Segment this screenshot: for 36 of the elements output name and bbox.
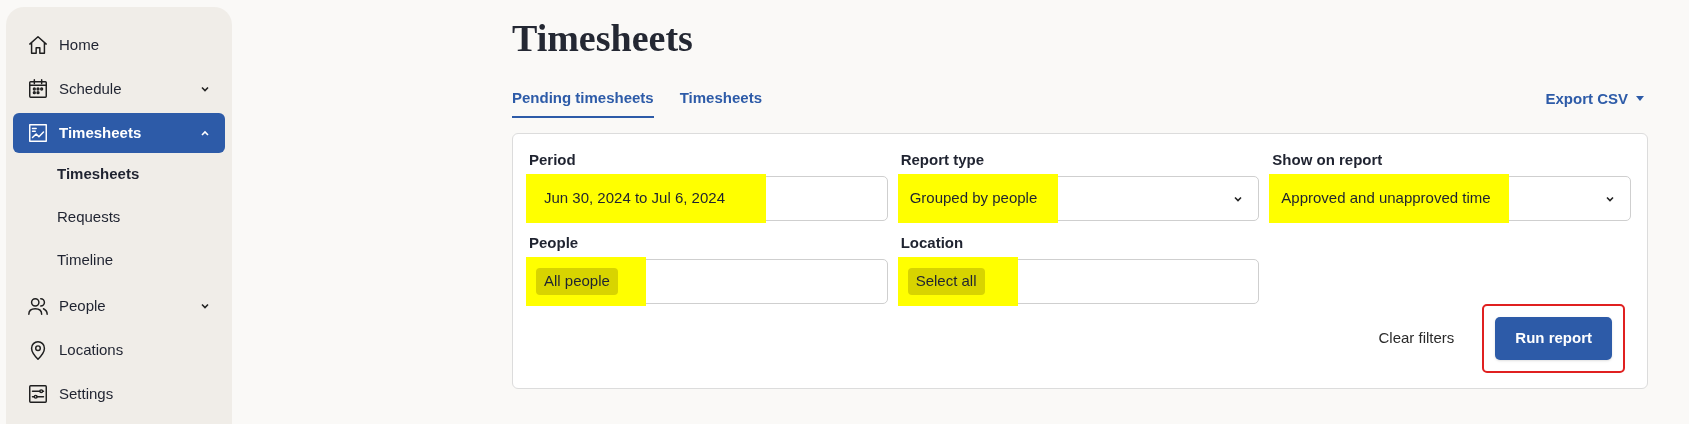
field-value: Grouped by people [908,188,1038,209]
dropdown-field[interactable]: Approved and unapproved time [1272,176,1631,221]
input-field[interactable]: All people [529,259,888,304]
field-label: Show on report [1272,150,1384,170]
run-report-button[interactable]: Run report [1495,317,1612,360]
sidebar-subitem[interactable]: Requests [13,196,225,239]
sidebar-item[interactable]: People [13,286,225,326]
field-label: Period [529,150,577,170]
sidebar-subitem[interactable]: Timeline [13,239,225,282]
chart-icon [27,122,49,144]
tab[interactable]: Pending timesheets [512,80,654,118]
field-value: Approved and unapproved time [1280,188,1491,209]
selection-chip[interactable]: Select all [907,268,985,295]
page-title: Timesheets [512,16,694,61]
field-label: Location [900,233,965,253]
tab[interactable]: Timesheets [679,80,762,118]
selection-chip[interactable]: All people [536,268,618,295]
sidebar-item[interactable]: Home [13,25,225,65]
sidebar-item[interactable]: Settings [13,374,225,414]
caret-icon [1636,96,1644,102]
sidebar-item[interactable]: Schedule [13,69,225,109]
input-field[interactable]: Jun 30, 2024 to Jul 6, 2024 [529,176,888,221]
home-icon [27,34,49,56]
dropdown-field[interactable]: Grouped by people [900,176,1260,221]
clear-filters-button[interactable]: Clear filters [1378,327,1455,350]
settings-icon [27,383,49,405]
input-field[interactable]: Select all [900,259,1260,304]
sidebar-item[interactable]: Timesheets [13,113,225,153]
sidebar-subitem[interactable]: Timesheets [13,153,225,196]
people-icon [27,295,49,317]
field-value: Jun 30, 2024 to Jul 6, 2024 [543,188,725,209]
field-label: People [529,233,580,253]
sidebar-item[interactable]: Locations [13,330,225,370]
export-csv-button[interactable]: Export CSV [1545,80,1648,118]
calendar-icon [27,78,49,100]
field-label: Report type [900,150,985,170]
